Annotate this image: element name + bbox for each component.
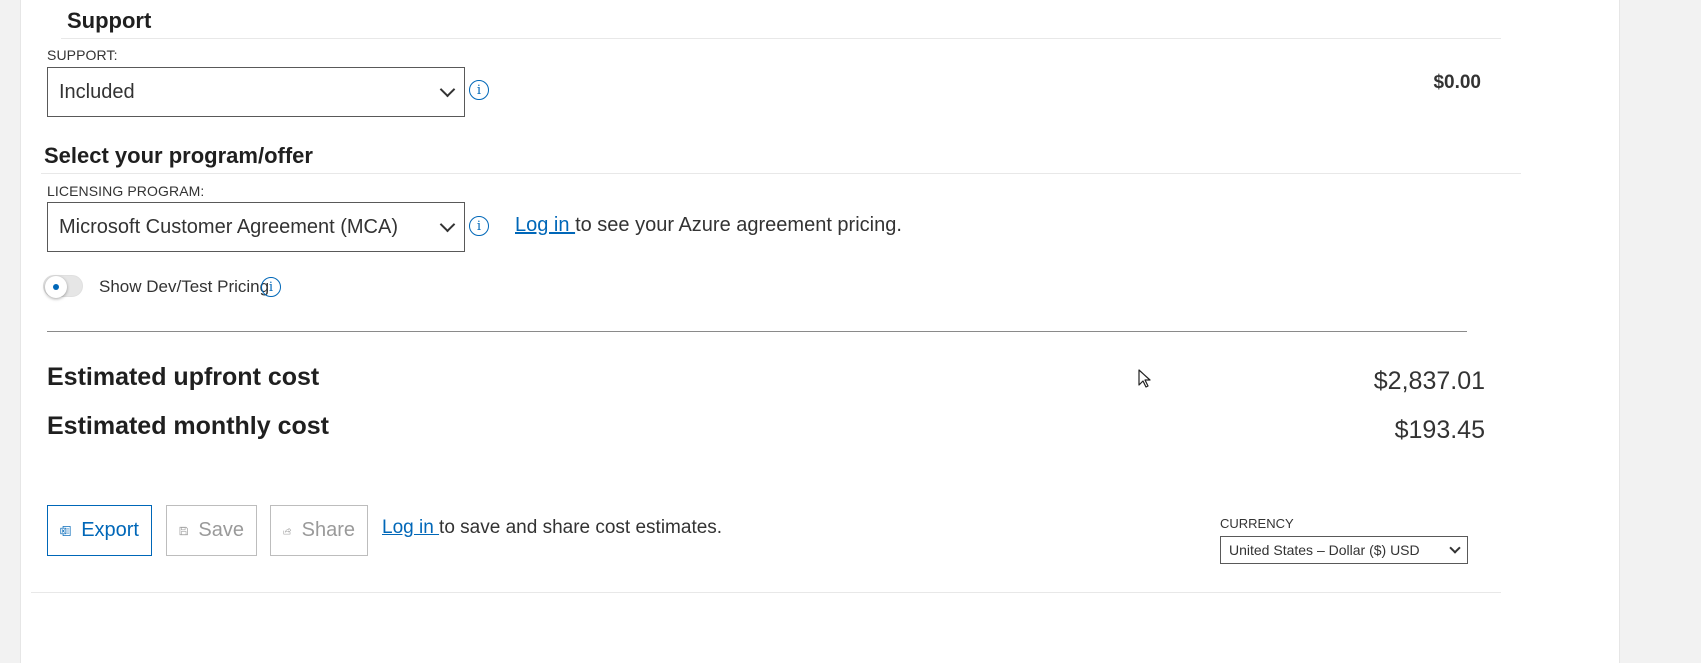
agreement-login-link[interactable]: Log in: [515, 214, 575, 236]
export-button[interactable]: Export: [47, 505, 152, 556]
program-section-title: Select your program/offer: [44, 143, 313, 168]
monthly-cost-value: $193.45: [1394, 416, 1485, 444]
devtest-toggle[interactable]: [43, 275, 83, 298]
divider: [61, 38, 1501, 39]
excel-icon: [60, 525, 71, 536]
chevron-down-icon: [1449, 542, 1461, 554]
toggle-knob: [45, 276, 67, 298]
save-button-label: Save: [198, 519, 244, 541]
save-login-suffix: to save and share cost estimates.: [439, 517, 723, 538]
share-button-label: Share: [301, 519, 355, 541]
info-icon[interactable]: i: [261, 277, 281, 297]
chevron-down-icon: [439, 216, 456, 232]
support-select-value: Included: [59, 80, 135, 103]
share-icon: [283, 527, 292, 534]
upfront-cost-value: $2,837.01: [1373, 367, 1485, 395]
support-select[interactable]: Included: [47, 67, 465, 117]
devtest-label: Show Dev/Test Pricing: [99, 277, 270, 296]
info-icon[interactable]: i: [469, 80, 489, 100]
save-button[interactable]: Save: [166, 505, 257, 556]
save-icon: [179, 526, 188, 535]
agreement-login-text: Log in to see your Azure agreement prici…: [515, 214, 902, 237]
currency-select-value: United States – Dollar ($) USD: [1229, 542, 1420, 558]
export-button-label: Export: [81, 519, 139, 541]
mouse-cursor-icon: [1138, 369, 1151, 388]
info-icon[interactable]: i: [469, 216, 489, 236]
cost-divider: [47, 331, 1467, 332]
divider: [31, 592, 1501, 593]
support-price: $0.00: [1433, 72, 1481, 93]
share-button[interactable]: Share: [270, 505, 368, 556]
chevron-down-icon: [439, 81, 456, 97]
currency-select[interactable]: United States – Dollar ($) USD: [1220, 536, 1468, 564]
estimate-panel: Support SUPPORT: Included i $0.00 Select…: [20, 0, 1620, 663]
licensing-program-select[interactable]: Microsoft Customer Agreement (MCA): [47, 202, 465, 252]
support-field-label: SUPPORT:: [47, 47, 118, 63]
support-section-title: Support: [67, 8, 152, 33]
divider: [41, 173, 1521, 174]
monthly-cost-label: Estimated monthly cost: [47, 412, 329, 440]
save-login-text: Log in to save and share cost estimates.: [382, 517, 722, 539]
agreement-login-suffix: to see your Azure agreement pricing.: [575, 214, 902, 236]
currency-label: CURRENCY: [1220, 516, 1294, 531]
licensing-program-label: LICENSING PROGRAM:: [47, 183, 205, 199]
licensing-program-value: Microsoft Customer Agreement (MCA): [59, 215, 398, 238]
upfront-cost-label: Estimated upfront cost: [47, 363, 320, 391]
save-login-link[interactable]: Log in: [382, 517, 439, 538]
